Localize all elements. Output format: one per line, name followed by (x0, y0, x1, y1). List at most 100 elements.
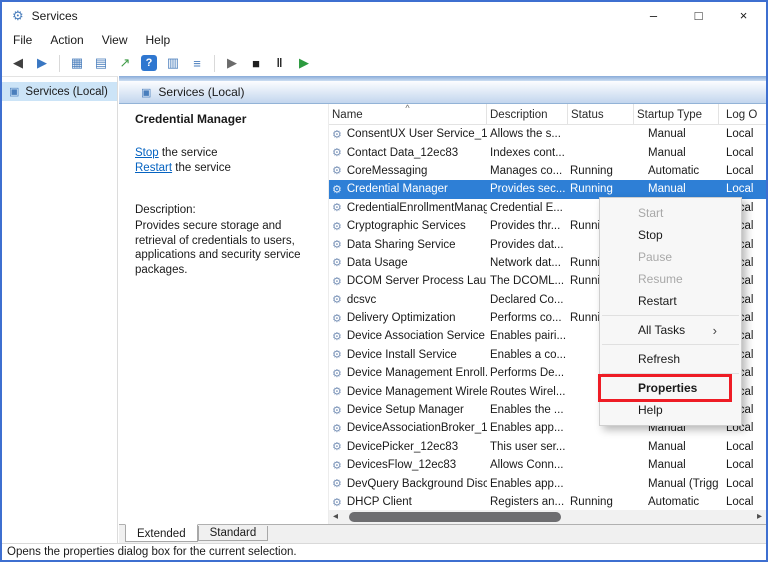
table-row[interactable]: ⚙Contact Data_12ec83Indexes cont...Manua… (329, 143, 766, 161)
standard-view-button[interactable]: ▥ (161, 52, 185, 74)
maximize-button[interactable]: □ (676, 2, 721, 29)
tree-item-label: Services (Local) (25, 86, 107, 98)
service-name: ConsentUX User Service_12e... (347, 128, 487, 140)
properties-icon: ▤ (95, 55, 107, 71)
scroll-right-icon[interactable]: ▸ (757, 511, 762, 522)
context-menu-item-all-tasks[interactable]: All Tasks› (600, 319, 741, 341)
service-startup-type: Manual (634, 183, 719, 195)
forward-button[interactable]: ▶ (30, 52, 54, 74)
service-links: Stop the service Restart the service (135, 146, 314, 176)
service-gear-icon: ⚙ (332, 238, 342, 251)
service-log-on-as: Local (719, 459, 766, 471)
stop-service-link[interactable]: Stop (135, 147, 159, 159)
standard-view-icon: ▥ (167, 55, 179, 71)
pause-service-button[interactable]: ‖ (268, 52, 292, 74)
service-description: Enables app... (487, 478, 568, 490)
table-row[interactable]: ⚙DHCP ClientRegisters an...RunningAutoma… (329, 493, 766, 510)
menu-separator (602, 315, 739, 316)
column-header-startup-type[interactable]: Startup Type (634, 104, 719, 124)
minimize-button[interactable]: – (631, 2, 676, 29)
table-row[interactable]: ⚙DevQuery Background Disc...Enables app.… (329, 474, 766, 492)
toolbar-separator (214, 55, 215, 72)
service-startup-type: Manual (634, 128, 719, 140)
context-menu-item-properties[interactable]: Properties (600, 377, 741, 399)
column-header-description[interactable]: Description (487, 104, 568, 124)
service-description: Declared Co... (487, 294, 568, 306)
column-header-status[interactable]: Status (568, 104, 634, 124)
context-menu-item-restart[interactable]: Restart (600, 290, 741, 312)
start-service-button[interactable]: ▶ (220, 52, 244, 74)
help-button[interactable]: ? (137, 52, 161, 74)
column-header-name[interactable]: ^ Name (329, 104, 487, 124)
service-name-cell: ⚙CoreMessaging (329, 164, 487, 177)
stop-service-button[interactable]: ■ (244, 52, 268, 74)
table-row[interactable]: ⚙DevicesFlow_12ec83Allows Conn...ManualL… (329, 456, 766, 474)
service-gear-icon: ⚙ (332, 220, 342, 233)
table-row[interactable]: ⚙Credential ManagerProvides sec...Runnin… (329, 180, 766, 198)
menubar-item-file[interactable]: File (4, 31, 41, 49)
service-name: DHCP Client (347, 496, 412, 508)
restart-service-button[interactable]: ▶ (292, 52, 316, 74)
menu-item-label: All Tasks (638, 323, 685, 337)
menubar-item-view[interactable]: View (93, 31, 137, 49)
scrollbar-thumb[interactable] (349, 512, 561, 522)
pause-service-icon: ‖ (277, 56, 284, 70)
service-log-on-as: Local (719, 147, 766, 159)
service-name-cell: ⚙DevicesFlow_12ec83 (329, 459, 487, 472)
service-gear-icon: ⚙ (332, 201, 342, 214)
service-name-cell: ⚙Delivery Optimization (329, 312, 487, 325)
service-gear-icon: ⚙ (332, 385, 342, 398)
list-view-button[interactable]: ≡ (185, 52, 209, 74)
service-name: Device Management Wireles... (347, 386, 487, 398)
context-menu-item-refresh[interactable]: Refresh (600, 348, 741, 370)
service-description: Routes Wirel... (487, 386, 568, 398)
horizontal-scrollbar[interactable]: ◂ ▸ (329, 510, 766, 524)
restart-service-link[interactable]: Restart (135, 162, 172, 174)
column-label-description: Description (490, 109, 548, 121)
export-list-button[interactable]: ↗ (113, 52, 137, 74)
properties-button[interactable]: ▤ (89, 52, 113, 74)
service-name: Credential Manager (347, 183, 448, 195)
stop-service-icon: ■ (252, 56, 260, 71)
service-startup-type: Manual (634, 441, 719, 453)
service-gear-icon: ⚙ (332, 164, 342, 177)
service-gear-icon: ⚙ (332, 477, 342, 490)
service-name-cell: ⚙Device Install Service (329, 348, 487, 361)
context-menu-item-help[interactable]: Help (600, 399, 741, 421)
service-name: Device Install Service (347, 349, 457, 361)
restart-link-suffix: the service (172, 162, 231, 174)
status-text: Opens the properties dialog box for the … (7, 546, 297, 558)
service-log-on-as: Local (719, 441, 766, 453)
service-log-on-as: Local (719, 496, 766, 508)
service-startup-type: Manual (634, 147, 719, 159)
menu-item-label: Help (638, 403, 663, 417)
column-label-log-on-as: Log O (726, 109, 757, 121)
show-console-tree-button[interactable]: ▦ (65, 52, 89, 74)
service-gear-icon: ⚙ (332, 146, 342, 159)
service-description: Enables app... (487, 422, 568, 434)
table-row[interactable]: ⚙ConsentUX User Service_12e...Allows the… (329, 125, 766, 143)
menubar-item-help[interactable]: Help (137, 31, 180, 49)
table-row[interactable]: ⚙DevicePicker_12ec83This user ser...Manu… (329, 438, 766, 456)
export-list-icon: ↗ (120, 55, 131, 71)
service-description: Enables the ... (487, 404, 568, 416)
back-button[interactable]: ◀ (6, 52, 30, 74)
close-button[interactable]: × (721, 2, 766, 29)
menubar-item-action[interactable]: Action (41, 31, 92, 49)
service-name-cell: ⚙ Device Management Wireles... (329, 385, 487, 398)
column-header-log-on-as[interactable]: Log O (719, 104, 766, 124)
context-menu-item-stop[interactable]: Stop (600, 224, 741, 246)
tree-item-services-local[interactable]: ▣ Services (Local) (2, 82, 117, 101)
column-label-startup-type: Startup Type (637, 109, 702, 121)
tab-extended[interactable]: Extended (125, 524, 198, 542)
scroll-left-icon[interactable]: ◂ (333, 511, 338, 522)
service-description: Provides thr... (487, 220, 568, 232)
tab-standard[interactable]: Standard (198, 526, 269, 541)
service-gear-icon: ⚙ (332, 422, 342, 435)
console-window-icon: ▣ (141, 86, 151, 99)
table-row[interactable]: ⚙CoreMessagingManages co...RunningAutoma… (329, 162, 766, 180)
help-icon: ? (141, 55, 157, 71)
service-gear-icon: ⚙ (332, 293, 342, 306)
service-description: Network dat... (487, 257, 568, 269)
toolbar-separator (59, 55, 60, 72)
